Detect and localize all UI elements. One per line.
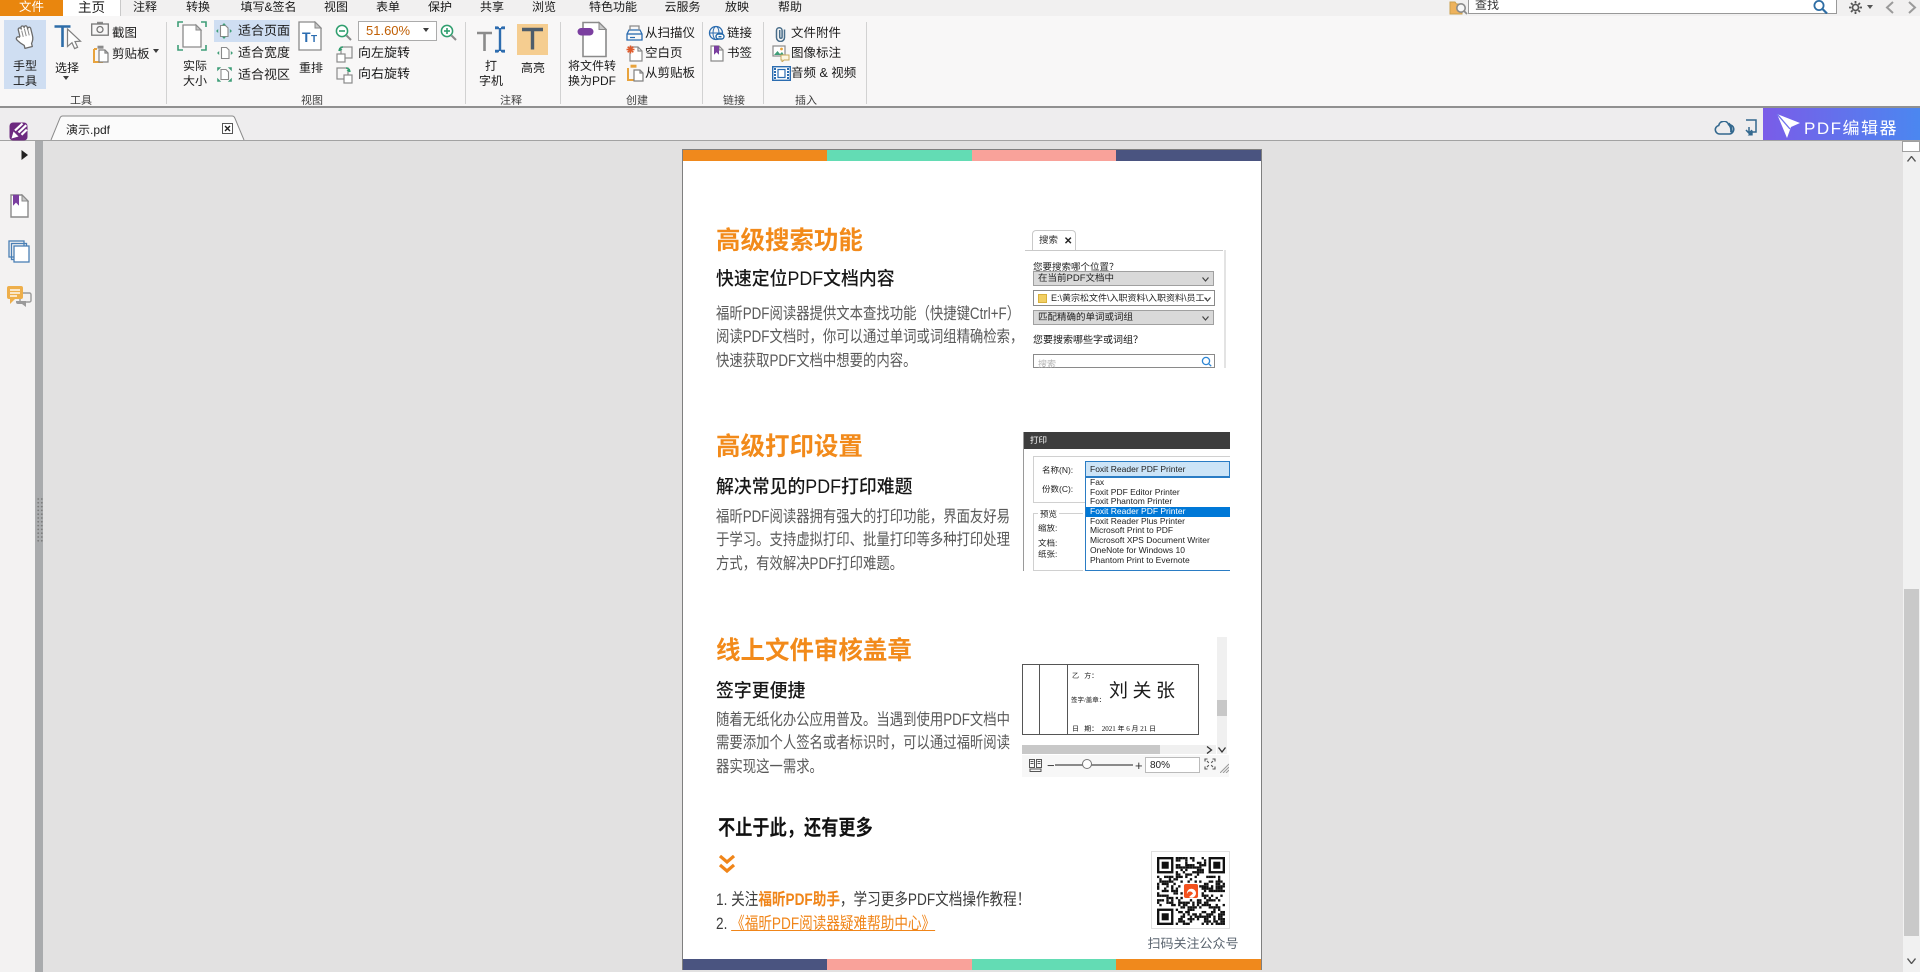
- svg-text:T: T: [311, 34, 317, 45]
- svg-text:T: T: [302, 29, 311, 45]
